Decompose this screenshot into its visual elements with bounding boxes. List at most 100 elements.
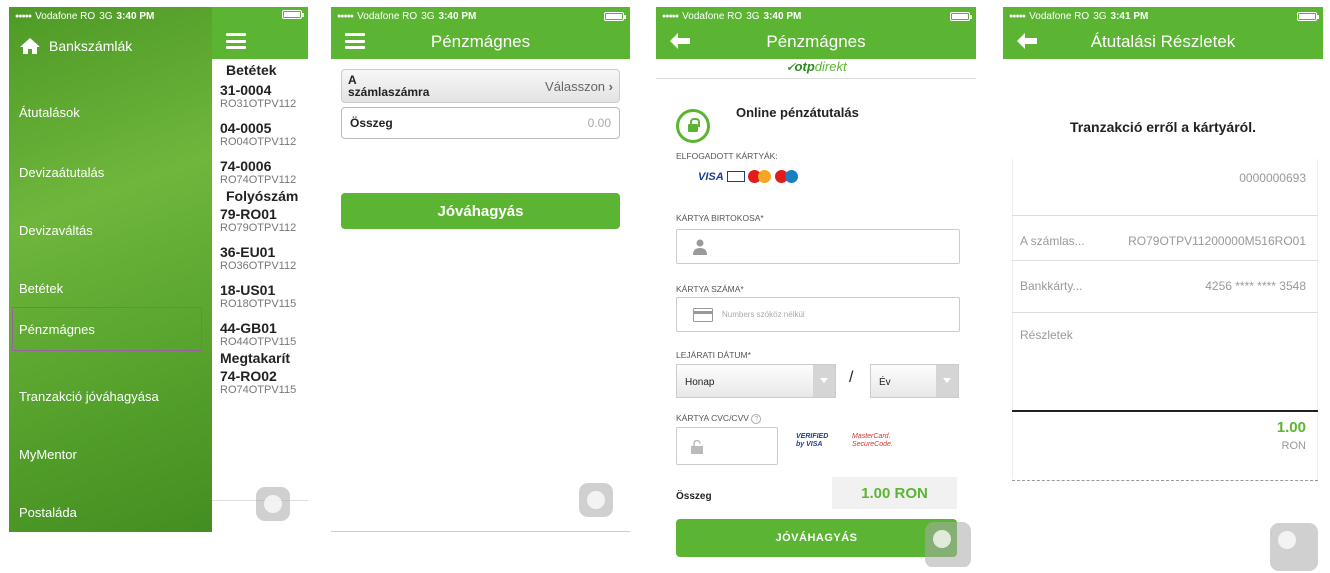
carrier-name: Vodafone RO [35, 10, 96, 22]
mastercard-securecode-logo: MasterCard. SecureCode. [852, 433, 893, 448]
card-holder-label: KÁRTYA BIRTOKOSA* [676, 213, 764, 223]
page-title: Átutalási Részletek [1090, 32, 1236, 51]
receipt-bottom-edge [1012, 477, 1318, 481]
account-iban: RO18OTPV115 [220, 298, 297, 310]
hamburger-menu-icon[interactable] [226, 33, 246, 49]
visa-electron-icon [726, 171, 745, 182]
menu-item-tranzakcio-jovahagyasa[interactable]: Tranzakció jóváhagyása [19, 389, 159, 404]
maestro-icon [774, 170, 799, 183]
card-row: Bankkárty... 4256 **** **** 3548 [1012, 279, 1318, 293]
details-label: Részletek [1020, 328, 1073, 342]
screen-penzmagnes: ●●●●● Vodafone RO 3G 3:40 PM Pénzmágnes A s… [331, 7, 630, 532]
card-value: 4256 **** **** 3548 [1205, 279, 1306, 293]
otpdirekt-logo: 🗸otpdirekt [656, 59, 976, 79]
account-number: 04-0005 [220, 120, 272, 136]
menu-item-label: Pénzmágnes [19, 321, 95, 337]
logo-mark-icon: 🗸 [785, 59, 795, 74]
network-type: 3G [1093, 10, 1107, 22]
expiry-separator: / [849, 369, 854, 386]
nav-bar: Pénzmágnes [331, 25, 630, 59]
assistive-touch-button[interactable] [1270, 523, 1318, 571]
amount-value: 1.00 RON [832, 477, 957, 509]
battery-icon [950, 11, 972, 21]
card-holder-input[interactable] [676, 229, 960, 264]
account-row: A számlas... RO79OTPV11200000M516RO01 [1012, 234, 1318, 248]
battery-icon [1297, 11, 1319, 21]
card-number-placeholder: Numbers szóköz nélkül [722, 310, 805, 319]
page-title: Pénzmágnes [766, 32, 866, 51]
approve-button[interactable]: Jóváhagyás [341, 193, 620, 229]
lock-icon [676, 109, 710, 143]
screen-online-payment: ●●●●● Vodafone RO 3G 3:40 PM Pénzmágnes 🗸ot… [656, 7, 976, 567]
menu-item-penzmagnes[interactable]: Pénzmágnes [12, 307, 202, 351]
account-item[interactable]: 44-GB01 RO44OTPV115 [212, 320, 308, 348]
carrier-name: Vodafone RO [1029, 10, 1090, 22]
section-betetek: Betétek [226, 62, 277, 78]
total-block: 1.00 RON [1012, 419, 1318, 452]
details-row: Részletek [1012, 328, 1318, 342]
verified-by-visa-logo: VERIFIED by VISA [796, 433, 829, 448]
accepted-cards-label: ELFOGADOTT KÁRTYÁK: [676, 151, 778, 161]
card-label: Bankkárty... [1020, 279, 1083, 293]
account-select-value: Válasszon [545, 78, 606, 94]
network-type: 3G [746, 10, 760, 22]
month-value: Honap [685, 377, 715, 388]
expiry-year-select[interactable]: Év [870, 364, 959, 398]
amount-value: 0.00 [587, 116, 611, 130]
cvc-input[interactable] [676, 427, 778, 465]
transaction-reference: 0000000693 [1239, 171, 1306, 185]
account-item[interactable]: 36-EU01 RO36OTPV112 [212, 244, 308, 272]
status-bar: ●●●●● Vodafone RO 3G 3:40 PM [331, 7, 630, 25]
accounts-panel: Betétek 31-0004 RO31OTPV112 04-0005 RO04OT… [212, 7, 308, 532]
account-iban: RO74OTPV115 [220, 384, 297, 396]
account-item[interactable]: 18-US01 RO18OTPV115 [212, 282, 308, 310]
account-select-row[interactable]: A számlaszámra Válasszon › [341, 69, 620, 103]
mastercard-icon [747, 170, 772, 183]
assistive-touch-button[interactable] [579, 483, 613, 517]
menu-item-devizavaltas[interactable]: Devizaváltás [19, 223, 93, 238]
chevron-right-icon: › [608, 78, 613, 94]
year-value: Év [879, 377, 891, 388]
account-label: A számlas... [1020, 234, 1085, 248]
screen-menu: ●●●●● Vodafone RO 3G 3:40 PM Bankszámlák Át… [9, 7, 308, 532]
assistive-touch-button[interactable] [925, 522, 971, 567]
menu-item-atutalasok[interactable]: Átutalások [19, 105, 80, 120]
status-time: 3:40 PM [763, 10, 802, 22]
account-item[interactable]: 04-0005 RO04OTPV112 [212, 120, 308, 148]
menu-item-postalada[interactable]: Postaláda [19, 505, 77, 520]
menu-item-devizaatutalas[interactable]: Devizaátutalás [19, 165, 104, 180]
status-time: 3:40 PM [116, 10, 155, 22]
assistive-touch-button[interactable] [256, 487, 290, 521]
section-folyoszamla: Folyószám [226, 188, 299, 204]
expiry-month-select[interactable]: Honap [676, 364, 836, 398]
expiry-label: LEJÁRATI DÁTUM* [676, 350, 751, 360]
total-amount: 1.00 [1276, 419, 1306, 436]
account-number: 79-RO01 [220, 206, 277, 222]
account-item[interactable]: 74-0006 RO74OTPV112 [212, 158, 308, 186]
account-item[interactable]: 79-RO01 RO79OTPV112 [212, 206, 308, 234]
amount-field[interactable]: Összeg 0.00 [341, 107, 620, 139]
card-number-label: KÁRTYA SZÁMA* [676, 284, 744, 294]
menu-item-betetek[interactable]: Betétek [19, 281, 63, 296]
battery-icon [604, 11, 626, 21]
unlock-icon [691, 440, 703, 454]
nav-bar: Pénzmágnes [656, 25, 976, 59]
status-bar: ●●●●● Vodafone RO 3G 3:41 PM [1003, 7, 1323, 25]
chevron-down-icon [936, 365, 958, 397]
approve-button[interactable]: JÓVÁHAGYÁS [676, 519, 957, 557]
account-number: 44-GB01 [220, 320, 277, 336]
account-number: 18-US01 [220, 282, 276, 298]
account-item[interactable]: 74-RO02 RO74OTPV115 [212, 368, 308, 396]
account-value: RO79OTPV11200000M516RO01 [1128, 234, 1306, 248]
menu-header[interactable]: Bankszámlák [9, 25, 212, 67]
help-icon[interactable]: ? [751, 414, 762, 424]
network-type: 3G [99, 10, 113, 22]
menu-item-mymentor[interactable]: MyMentor [19, 447, 77, 462]
account-item[interactable]: 31-0004 RO31OTPV112 [212, 82, 308, 110]
account-iban: RO36OTPV112 [220, 260, 297, 272]
card-number-input[interactable]: Numbers szóköz nélkül [676, 297, 960, 332]
account-iban: RO74OTPV112 [220, 174, 297, 186]
user-icon [693, 239, 707, 255]
receipt-heading: Tranzakció erről a kártyáról. [1070, 119, 1256, 135]
signal-icon: ●●●●● [337, 12, 354, 20]
